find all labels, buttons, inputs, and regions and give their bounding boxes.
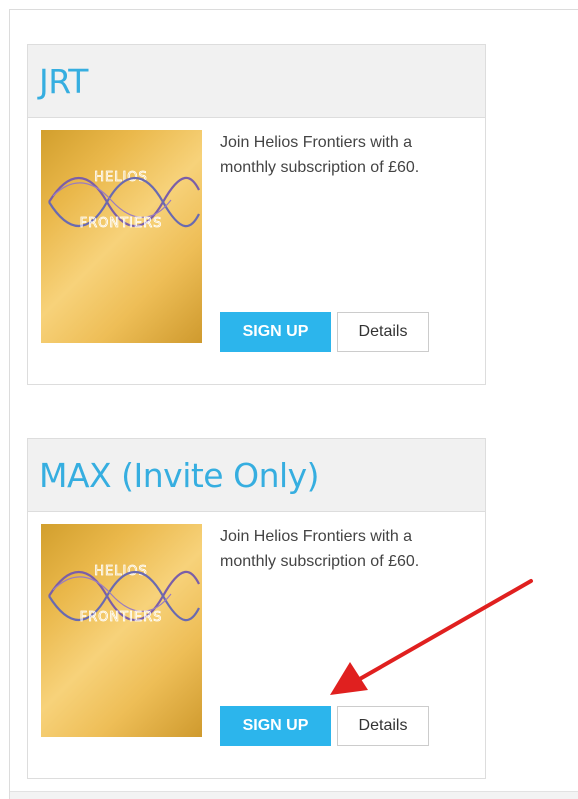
details-button[interactable]: Details [337,706,429,746]
plan-title: MAX (Invite Only) [39,455,320,495]
helios-frontiers-logo-image: HELIOS FRONTIERS [41,524,202,737]
plan-card-body: HELIOS FRONTIERS Join Helios Frontiers w… [28,118,485,384]
plan-card-max: MAX (Invite Only) HELIOS FRONTIERS Join … [27,438,486,779]
plan-title: JRT [39,61,88,101]
bottom-strip [10,791,578,799]
plan-description: Join Helios Frontiers with a monthly sub… [220,528,420,570]
details-button[interactable]: Details [337,312,429,352]
helios-frontiers-logo-image: HELIOS FRONTIERS [41,130,202,343]
sign-up-button[interactable]: SIGN UP [220,312,331,352]
plan-card-header: MAX (Invite Only) [28,439,485,512]
logo-text-frontiers: FRONTIERS [80,610,163,625]
sign-up-button[interactable]: SIGN UP [220,706,331,746]
plan-description: Join Helios Frontiers with a monthly sub… [220,134,420,176]
plan-card-jrt: JRT HELIOS FRONTIERS Join Helios Frontie… [27,44,486,385]
logo-text-frontiers: FRONTIERS [80,216,163,231]
plan-card-header: JRT [28,45,485,118]
plan-card-body: HELIOS FRONTIERS Join Helios Frontiers w… [28,512,485,778]
